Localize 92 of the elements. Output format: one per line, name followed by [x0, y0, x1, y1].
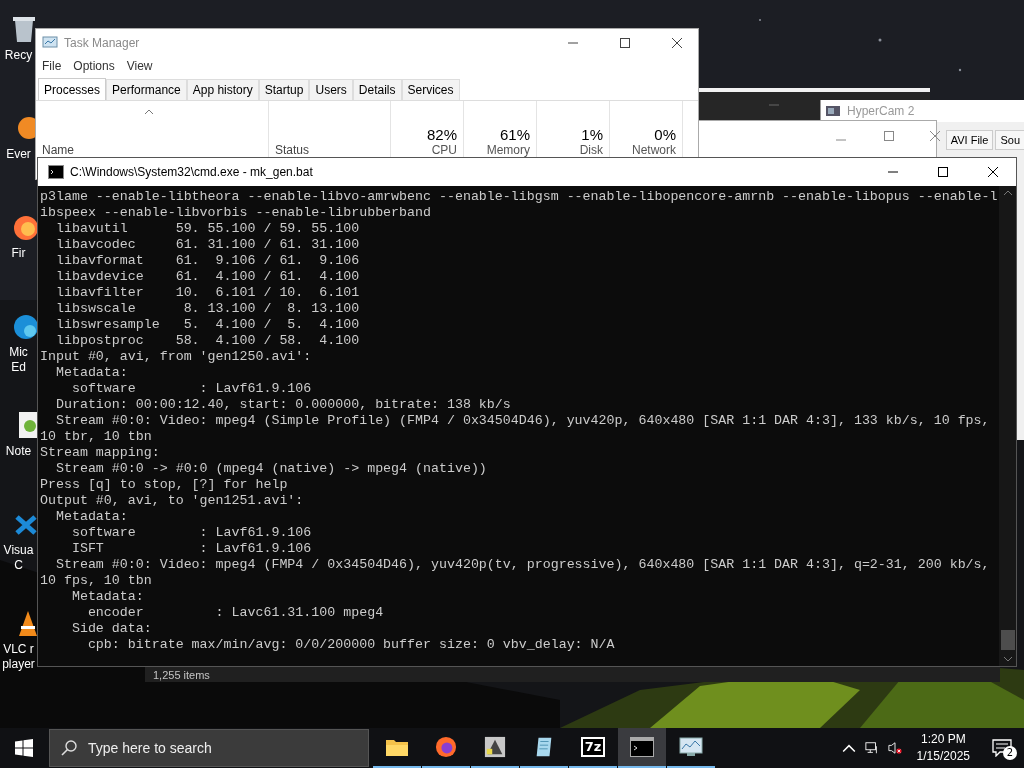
network-icon[interactable]: [864, 741, 879, 755]
notification-count: 2: [1003, 746, 1017, 760]
console-line: software : Lavf61.9.106: [70, 381, 313, 397]
console-line: libavfilter 10. 6.101 / 10. 6.101: [54, 285, 361, 301]
icon-label: player: [2, 657, 35, 672]
console-line: libavcodec 61. 31.100 / 61. 31.100: [54, 237, 361, 253]
muted-speaker-icon[interactable]: [887, 741, 902, 755]
monitor-chart-icon: [679, 736, 703, 758]
console-line: 10 tbr, 10 tbn: [40, 429, 153, 445]
icon-label: Mic: [9, 345, 28, 360]
terminal-icon: [48, 165, 64, 179]
search-field[interactable]: Type here to search: [49, 729, 369, 767]
icon-label: Fir: [11, 246, 26, 261]
firefox-icon: [434, 736, 458, 758]
film-camera-icon: [825, 103, 841, 119]
menu-item[interactable]: View: [126, 59, 153, 73]
console-line: encoder : Lavc61.31.100 mpeg4: [86, 605, 385, 621]
icon-label: VLC r: [3, 642, 34, 657]
console-line: Metadata:: [54, 509, 129, 525]
monitor-chart-icon: [42, 34, 58, 51]
column-header[interactable]: CPU: [431, 143, 457, 161]
usage-percent: 1%: [581, 126, 603, 143]
tab[interactable]: Processes: [38, 78, 107, 100]
window-title: HyperCam 2: [847, 104, 915, 118]
console-line: libswresample 5. 4.100 / 5. 4.100: [54, 317, 361, 333]
window-title: Task Manager: [64, 35, 140, 50]
tab[interactable]: Users: [309, 79, 353, 100]
usage-percent: 0%: [654, 126, 676, 143]
console-line: ibspeex --enable-libvorbis --enable-librubberband: [40, 205, 432, 221]
tab[interactable]: App history: [186, 79, 259, 100]
console-line: p3lame --enable-libtheora --enable-libvo-amrwbenc --enable-libgsm --enable-libopencore-amrnb --enable-libopus --enable-l: [40, 189, 999, 205]
tab[interactable]: Services: [401, 79, 460, 100]
icon-label: Note: [5, 444, 32, 459]
console-line: Duration: 00:00:12.40, start: 0.000000, bitrate: 138 kb/s: [54, 397, 512, 413]
console-line: 10 fps, 10 tbn: [40, 573, 153, 589]
tab[interactable]: Details: [352, 79, 402, 100]
tab[interactable]: Performance: [106, 79, 187, 100]
console-line: Press [q] to stop, [?] for help: [40, 477, 289, 493]
scroll-thumb[interactable]: [1000, 630, 1015, 650]
console-line: Stream mapping:: [40, 445, 161, 461]
icon-label: Visua: [3, 543, 34, 558]
console-line: Stream #0:0: Video: mpeg4 (Simple Profile) (FMP4 / 0x34504D46), yuv420p, 640x480 [SAR 1:1 DAR 4:3], 133 kb/s, 10 fps,: [54, 413, 991, 429]
maximize-icon[interactable]: [938, 167, 948, 177]
icon-label: Recy: [4, 48, 33, 63]
close-icon[interactable]: [988, 167, 998, 177]
sort-caret-icon: [144, 109, 154, 115]
menu-item[interactable]: File: [42, 59, 62, 73]
console-line: libavdevice 61. 4.100 / 61. 4.100: [54, 269, 361, 285]
console-line: ISFT : Lavf61.9.106: [70, 541, 313, 557]
console-line: Output #0, avi, to 'gen1251.avi':: [40, 493, 305, 509]
console-line: libavutil 59. 55.100 / 59. 55.100: [54, 221, 361, 237]
app-label: 7z: [580, 737, 606, 757]
console-line: libswscale 8. 13.100 / 8. 13.100: [54, 301, 361, 317]
column-header[interactable]: Name: [42, 143, 74, 161]
column-header[interactable]: Status: [275, 143, 384, 161]
tab[interactable]: Startup: [258, 79, 310, 100]
close-icon[interactable]: [672, 37, 682, 48]
search-icon: [61, 740, 77, 756]
console-line: libavformat 61. 9.106 / 61. 9.106: [54, 253, 361, 269]
notification-icon[interactable]: [992, 739, 1012, 757]
window-title: C:\Windows\System32\cmd.exe - mk_gen.bat: [70, 165, 313, 179]
console-line: Metadata:: [54, 365, 129, 381]
terminal-icon: [630, 736, 654, 758]
usage-percent: 82%: [426, 126, 457, 143]
maximize-icon[interactable]: [620, 37, 630, 48]
item-count: 1,255 items: [153, 669, 210, 681]
tab[interactable]: Sou: [995, 130, 1024, 150]
clock[interactable]: 1:20 PM 1/15/2025: [916, 731, 970, 765]
console-line: Input #0, avi, from 'gen1250.avi':: [40, 349, 313, 365]
console-line: Side data:: [70, 621, 153, 637]
taskbar-app[interactable]: 7z: [569, 728, 617, 768]
console-line: Metadata:: [70, 589, 145, 605]
column-header[interactable]: Network: [632, 143, 676, 161]
taskbar-app[interactable]: [618, 728, 666, 768]
scrollbar[interactable]: [999, 186, 1016, 666]
console-line: software : Lavf61.9.106: [70, 525, 313, 541]
tab[interactable]: AVI File: [945, 130, 994, 150]
column-header[interactable]: Memory: [486, 143, 530, 161]
usage-percent: 61%: [499, 126, 530, 143]
icon-label: Ever: [6, 147, 31, 162]
menu-item[interactable]: Options: [73, 59, 115, 73]
windows-logo-icon[interactable]: [15, 739, 33, 757]
column-header[interactable]: Disk: [579, 143, 603, 161]
console-line: cpb: bitrate max/min/avg: 0/0/200000 buffer size: 0 vbv_delay: N/A: [86, 637, 616, 653]
icon-label: C: [14, 558, 23, 573]
console-line: Stream #0:0 -> #0:0 (mpeg4 (native) -> mpeg4 (native)): [54, 461, 488, 477]
console-line: libpostproc 58. 4.100 / 58. 4.100: [54, 333, 361, 349]
console-line: Stream #0:0: Video: mpeg4 (FMP4 / 0x34504D46), yuv420p(tv, progressive), 640x480 [SAR 1:1 DAR 4:3], q=2-31, 200 kb/s,: [54, 557, 991, 573]
scroll-up-icon[interactable]: [1002, 190, 1013, 196]
scroll-down-icon[interactable]: [1002, 656, 1013, 662]
film-camera-icon: [483, 736, 507, 758]
icon-label: Ed: [11, 360, 26, 375]
